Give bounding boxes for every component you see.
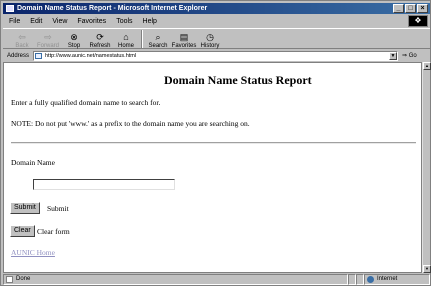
- status-bar: Done Internet: [3, 274, 430, 285]
- stop-button[interactable]: ⊗ Stop: [61, 29, 87, 49]
- menu-file[interactable]: File: [9, 18, 20, 25]
- zone-text: Internet: [377, 276, 398, 282]
- favorites-button[interactable]: ▤ Favorites: [171, 29, 197, 49]
- menu-view[interactable]: View: [52, 18, 67, 25]
- horizontal-rule: [11, 142, 416, 144]
- window-controls: _ □ ×: [393, 4, 428, 13]
- address-dropdown-button[interactable]: ▼: [389, 51, 397, 60]
- address-label: Address: [7, 52, 30, 59]
- address-bar: Address http://www.aunic.net/namestatus.…: [3, 50, 430, 61]
- history-icon: ◷: [206, 32, 214, 42]
- security-zone: Internet: [364, 274, 430, 285]
- windows-logo-icon: ❖: [408, 15, 428, 27]
- status-main: Done: [3, 274, 348, 285]
- address-input[interactable]: http://www.aunic.net/namestatus.html ▼: [33, 50, 398, 61]
- refresh-label: Refresh: [89, 43, 111, 49]
- page-title: Domain Name Status Report: [164, 73, 312, 87]
- clear-button[interactable]: Clear: [10, 225, 35, 237]
- go-arrow-icon: ⇒: [402, 53, 408, 59]
- history-label: History: [200, 43, 220, 49]
- note-text: NOTE: Do not put 'www.' as a prefix to t…: [11, 119, 250, 128]
- menu-favorites[interactable]: Favorites: [77, 18, 106, 25]
- forward-button[interactable]: ⇨ Forward: [35, 29, 61, 49]
- menu-bar: File Edit View Favorites Tools Help ❖: [3, 15, 430, 27]
- page-done-icon: [6, 276, 13, 283]
- go-label: Go: [408, 53, 417, 59]
- search-label: Search: [148, 43, 168, 49]
- maximize-button[interactable]: □: [405, 4, 416, 13]
- domain-name-input[interactable]: [33, 179, 175, 190]
- status-text: Done: [16, 276, 31, 282]
- home-button[interactable]: ⌂ Home: [113, 29, 139, 49]
- title-bar: Domain Name Status Report - Microsoft In…: [3, 3, 430, 14]
- scroll-up-icon[interactable]: ▲: [423, 62, 431, 70]
- ie-app-icon: [6, 5, 14, 12]
- home-label: Home: [117, 43, 134, 49]
- home-icon: ⌂: [123, 32, 129, 42]
- scroll-down-icon[interactable]: ▼: [423, 265, 431, 273]
- intro-text: Enter a fully qualified domain name to s…: [11, 98, 161, 107]
- menu-help[interactable]: Help: [143, 18, 157, 25]
- internet-globe-icon: [367, 276, 374, 283]
- toolbar-separator: [141, 30, 143, 48]
- history-button[interactable]: ◷ History: [197, 29, 223, 49]
- refresh-button[interactable]: ⟳ Refresh: [87, 29, 113, 49]
- back-label: Back: [15, 43, 29, 49]
- menu-edit[interactable]: Edit: [30, 18, 42, 25]
- forward-label: Forward: [36, 43, 59, 49]
- forward-arrow-icon: ⇨: [44, 32, 52, 42]
- favorites-label: Favorites: [171, 43, 197, 49]
- standard-toolbar: ⇦ Back ⇨ Forward ⊗ Stop ⟳ Refresh ⌂ Home…: [3, 28, 430, 49]
- search-button[interactable]: ⌕ Search: [145, 29, 171, 49]
- submit-button[interactable]: Submit: [10, 202, 40, 214]
- status-cell: [356, 274, 364, 285]
- window-title: Domain Name Status Report - Microsoft In…: [17, 5, 208, 12]
- favorites-icon: ▤: [179, 32, 189, 42]
- stop-label: Stop: [67, 43, 81, 49]
- vertical-scrollbar[interactable]: ▲ ▼: [422, 62, 431, 273]
- menu-tools[interactable]: Tools: [116, 18, 132, 25]
- address-url: http://www.aunic.net/namestatus.html: [45, 52, 137, 59]
- domain-name-label: Domain Name: [11, 158, 55, 167]
- stop-icon: ⊗: [70, 32, 78, 42]
- aunic-home-link[interactable]: AUNIC Home: [11, 248, 55, 257]
- submit-description: Submit: [47, 204, 69, 213]
- refresh-icon: ⟳: [96, 32, 104, 42]
- clear-description: Clear form: [37, 227, 70, 236]
- minimize-button[interactable]: _: [393, 4, 404, 13]
- status-cell: [348, 274, 356, 285]
- page-icon: [35, 52, 42, 59]
- page-content: Domain Name Status Report Enter a fully …: [3, 62, 422, 273]
- back-button[interactable]: ⇦ Back: [9, 29, 35, 49]
- browser-window: Domain Name Status Report - Microsoft In…: [0, 0, 431, 286]
- go-button[interactable]: ⇒ Go: [402, 52, 417, 59]
- back-arrow-icon: ⇦: [18, 32, 26, 42]
- close-button[interactable]: ×: [417, 4, 428, 13]
- search-icon: ⌕: [155, 32, 161, 42]
